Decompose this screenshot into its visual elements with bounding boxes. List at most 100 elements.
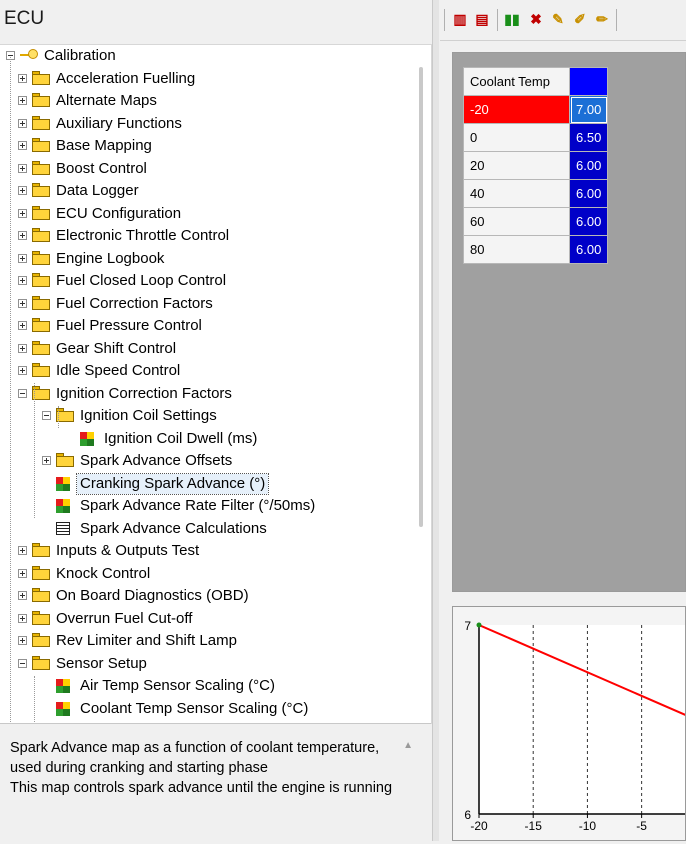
tree-item-label: Alternate Maps	[56, 92, 157, 109]
tree-item-label: Data Logger	[56, 182, 139, 199]
scroll-up-icon[interactable]: ▲	[403, 740, 413, 751]
tree-item-label: Fuel Closed Loop Control	[56, 272, 227, 289]
scrollbar-thumb[interactable]	[419, 67, 423, 527]
folder-icon	[32, 655, 50, 670]
tree-item-label: Gear Shift Control	[56, 339, 177, 357]
axis-cell[interactable]: 60	[463, 207, 570, 236]
tree-item-label: Sensor Setup	[56, 654, 147, 672]
toolbar-separator	[497, 9, 498, 31]
axis-cell[interactable]: 80	[463, 235, 570, 264]
expand-icon[interactable]	[18, 186, 27, 195]
folder-icon	[32, 70, 50, 85]
edit-icon[interactable]: ✎	[550, 11, 566, 27]
tree-item-label: Cranking Spark Advance (°)	[75, 472, 270, 495]
tree-item-label: Overrun Fuel Cut-off	[56, 609, 193, 627]
expand-icon[interactable]	[18, 276, 27, 285]
folder-icon	[56, 453, 74, 467]
expand-icon[interactable]	[18, 568, 27, 578]
pencil-icon[interactable]: ✏	[594, 11, 610, 27]
folder-icon	[32, 633, 50, 647]
collapse-icon[interactable]	[18, 658, 27, 668]
tree-item-label: Idle Speed Control	[56, 362, 181, 379]
calibration-tree[interactable]: Calibration Acceleration Fuelling Alternat…	[0, 44, 432, 724]
add-breakpoint-icon[interactable]: ▮▮	[504, 11, 520, 27]
axis-cell[interactable]: -20	[463, 95, 570, 124]
insert-row-icon[interactable]: ▥	[452, 11, 468, 27]
chart-panel: -20 -15 -10 -5 7 6	[452, 606, 686, 841]
expand-icon[interactable]	[18, 613, 27, 623]
tree-item-label: Ignition Correction Factors	[56, 384, 232, 402]
collapse-icon[interactable]	[18, 388, 27, 398]
expand-icon[interactable]	[18, 96, 27, 105]
tree-item-label: Calibration	[44, 47, 116, 64]
tree-item-label: Rev Limiter and Shift Lamp	[56, 632, 237, 649]
toolbar-separator	[616, 9, 617, 31]
expand-icon[interactable]	[18, 298, 27, 308]
expand-icon[interactable]	[18, 253, 27, 263]
map-cube-icon	[80, 431, 96, 446]
tree-item-label: Base Mapping	[56, 137, 152, 154]
expand-icon[interactable]	[18, 73, 27, 83]
tree-item-label: Auxiliary Functions	[56, 114, 182, 132]
delete-breakpoint-icon[interactable]: ✖	[528, 11, 544, 27]
value-cell[interactable]: 6.50	[568, 123, 609, 152]
tree-item-label: Inputs & Outputs Test	[56, 542, 200, 559]
folder-icon	[32, 138, 50, 152]
plot-area	[479, 625, 685, 814]
axis-cell[interactable]: 0	[463, 123, 570, 152]
collapse-icon[interactable]	[42, 411, 51, 420]
folder-icon	[32, 543, 50, 557]
edit-all-icon[interactable]: ✐	[572, 11, 588, 27]
value-cell[interactable]: 6.00	[568, 207, 609, 236]
expand-icon[interactable]	[18, 636, 27, 645]
table-icon	[56, 521, 70, 535]
folder-icon	[32, 588, 50, 602]
expand-icon[interactable]	[18, 231, 27, 240]
map-row: -20 7.00	[463, 95, 609, 124]
expand-icon[interactable]	[18, 208, 27, 218]
value-cell[interactable]: 6.00	[568, 151, 609, 180]
map-header-row: Coolant Temp	[463, 67, 609, 96]
folder-icon	[32, 363, 50, 377]
expand-icon[interactable]	[18, 321, 27, 330]
insert-column-icon[interactable]: ▤	[474, 11, 490, 27]
x-tick-label: -20	[470, 819, 488, 833]
expand-icon[interactable]	[18, 118, 27, 128]
map-table-panel: Coolant Temp -20 7.00 0 6.50 20 6.00 40 6.00 60 6…	[452, 52, 686, 592]
folder-icon	[32, 273, 50, 287]
axis-cell[interactable]: 40	[463, 179, 570, 208]
value-cell[interactable]: 6.00	[568, 235, 609, 264]
tree-item-label: Boost Control	[56, 159, 147, 177]
x-tick-label: -5	[636, 819, 647, 833]
tree-item-label: On Board Diagnostics (OBD)	[56, 587, 249, 604]
map-row: 80 6.00	[463, 235, 609, 264]
expand-icon[interactable]	[42, 456, 51, 465]
map-row: 0 6.50	[463, 123, 609, 152]
expand-icon[interactable]	[18, 163, 27, 173]
expand-icon[interactable]	[18, 546, 27, 555]
value-cell[interactable]: 7.00	[568, 95, 609, 124]
expand-icon[interactable]	[18, 343, 27, 353]
tree-item-label: Ignition Coil Dwell (ms)	[104, 429, 258, 447]
tree-item-label: Acceleration Fuelling	[56, 69, 196, 87]
value-cell[interactable]: 6.00	[568, 179, 609, 208]
expand-icon[interactable]	[18, 141, 27, 150]
map-row: 20 6.00	[463, 151, 609, 180]
panel-title: ECU	[4, 8, 45, 29]
splitter-handle[interactable]	[432, 0, 439, 841]
folder-icon	[32, 228, 50, 242]
map-table: Coolant Temp -20 7.00 0 6.50 20 6.00 40 6.00 60 6…	[463, 67, 609, 264]
expand-icon[interactable]	[18, 366, 27, 375]
tree-line	[10, 57, 11, 724]
tree-item-label: Electronic Throttle Control	[56, 227, 230, 244]
expand-icon[interactable]	[18, 591, 27, 600]
map-cube-icon	[56, 476, 72, 491]
value-header	[568, 67, 609, 96]
folder-icon	[32, 250, 50, 265]
description-panel: Spark Advance map as a function of coola…	[0, 723, 431, 842]
data-point	[476, 622, 482, 628]
toolbar-grip	[444, 9, 445, 31]
tree-item-label: Engine Logbook	[56, 249, 165, 267]
folder-icon	[32, 318, 50, 332]
axis-cell[interactable]: 20	[463, 151, 570, 180]
